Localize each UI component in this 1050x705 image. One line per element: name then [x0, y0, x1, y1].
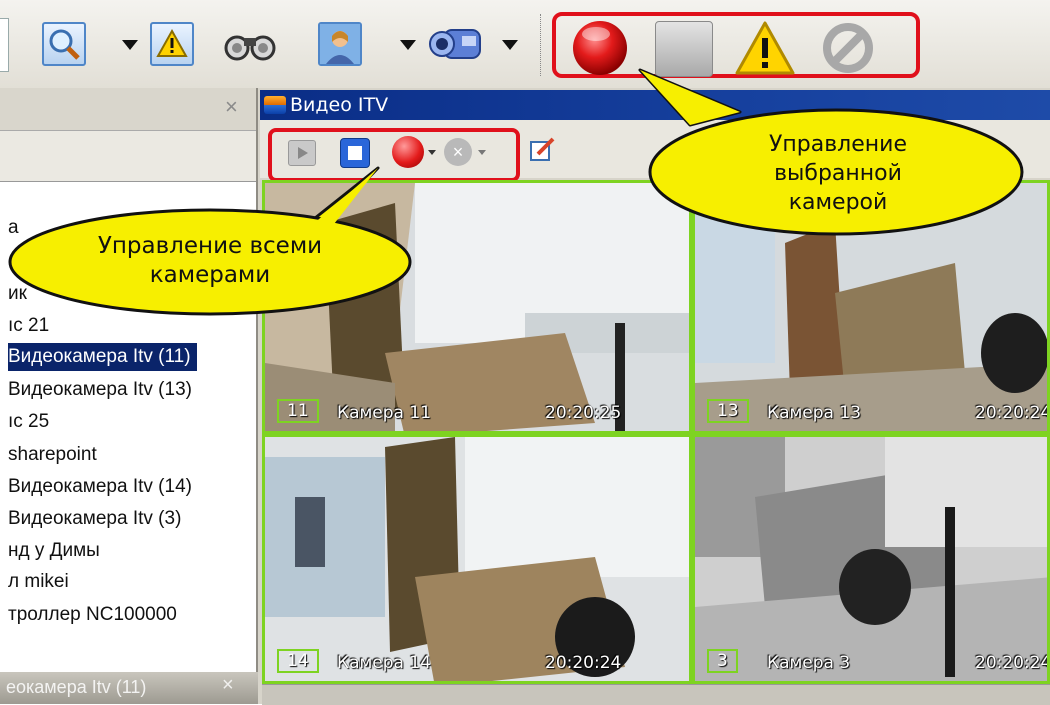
callout-text-line: Управление всеми	[97, 233, 323, 259]
callout-all-cameras: Управление всеми камерами	[30, 232, 390, 290]
callout-text-line: Управление	[768, 132, 907, 157]
callout-bubbles	[8, 68, 1024, 316]
callout-text-line: выбранной	[774, 161, 902, 186]
callout-text-line: камерой	[788, 190, 888, 215]
callout-text-line: камерами	[149, 262, 271, 288]
callout-selected-camera: Управление выбранной камерой	[700, 130, 976, 217]
